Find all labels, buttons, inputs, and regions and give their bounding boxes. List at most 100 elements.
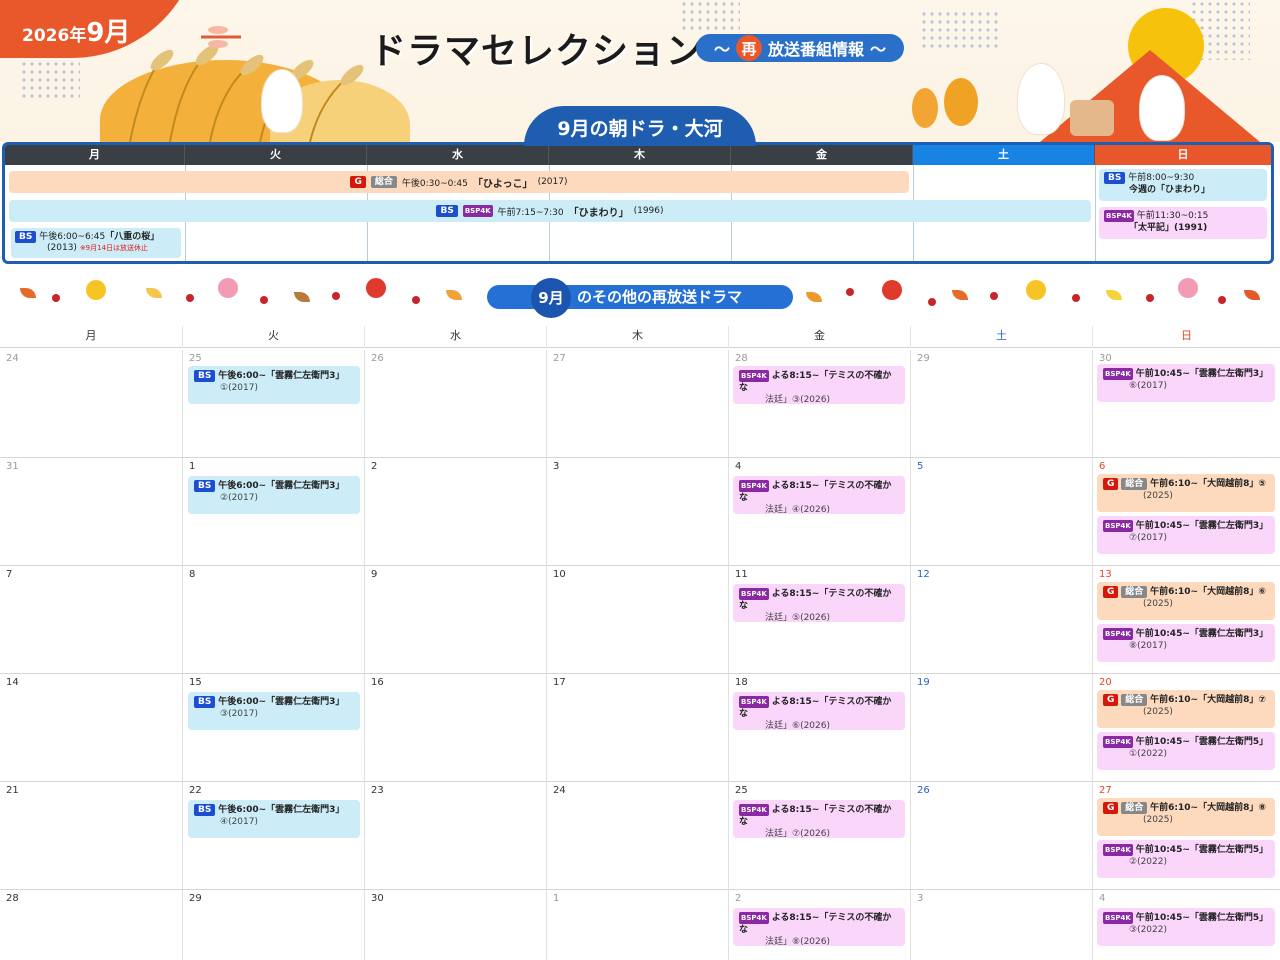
day-number: 26 xyxy=(917,785,930,796)
program-card[interactable]: BS 午後6:00~「雲霧仁左衛門3」 ③(2017) xyxy=(188,692,360,730)
program-bar-himawari[interactable]: BS BSP4K 午前7:15~7:30 「ひまわり」 (1996) xyxy=(9,200,1091,222)
day-number: 13 xyxy=(1099,569,1112,580)
program-line: BS 午後6:00~「雲霧仁左衛門3」 xyxy=(194,480,354,492)
program-card[interactable]: G 総合 午前6:10~「大岡越前8」⑧ (2025) xyxy=(1097,798,1275,836)
calendar-day: 29 xyxy=(911,350,1093,458)
schedule-body: G 総合 午後0:30~0:45 「ひよっこ」 (2017) BS BSP4K … xyxy=(5,165,1271,261)
program-line: BSP4K 午前10:45~「雲霧仁左衛門5」 xyxy=(1103,912,1269,924)
month-text: 9月 xyxy=(86,18,131,48)
program-card[interactable]: BS 午後6:00~「雲霧仁左衛門3」 ②(2017) xyxy=(188,476,360,514)
program-episode: (2025) xyxy=(1143,707,1173,717)
day-number: 26 xyxy=(371,353,384,364)
program-card[interactable]: BSP4K よる8:15~「テミスの不確かな 法廷」⑥(2026) xyxy=(733,692,905,731)
calendar-day: 27 xyxy=(547,350,729,458)
calendar-week: 28 29 30 1 2 BSP4K よる8:15~「テミスの不確かな 法廷」⑧… xyxy=(0,890,1280,960)
program-year: (2013) xyxy=(47,243,77,253)
cal-weekday-sat: 土 xyxy=(911,326,1093,348)
channel-badge-sogo: 総合 xyxy=(370,176,397,188)
channel-badge-bsp4k: BSP4K xyxy=(1103,628,1133,640)
day-number: 25 xyxy=(189,353,202,364)
sunflower-icon xyxy=(1026,280,1046,300)
weekday-tue: 火 xyxy=(185,145,367,165)
program-card-taiheiki[interactable]: BSP4K 午前11:30~0:15 「太平記」(1991) xyxy=(1099,207,1267,239)
calendar-grid: 2 4 25 BS 午後6:00~「雲霧仁左衛門3」 ①(2017) 26 27 … xyxy=(0,350,1280,960)
day-number: 23 xyxy=(371,785,384,796)
calendar-day: 8 xyxy=(183,566,365,674)
weekday-sun: 日 xyxy=(1095,145,1271,165)
day-number: 19 xyxy=(917,677,930,688)
channel-badge-bsp4k: BSP4K xyxy=(1103,736,1133,748)
program-line: BSP4K よる8:15~「テミスの不確かな xyxy=(739,804,899,828)
program-card-yaenosakura[interactable]: BS 午後6:00~6:45「八重の桜」 (2013) ※9月14日は放送休止 xyxy=(11,228,181,258)
program-card[interactable]: BSP4K 午前10:45~「雲霧仁左衛門5」 ②(2022) xyxy=(1097,840,1275,878)
calendar-day: 30 BSP4K 午前10:45~「雲霧仁左衛門3」 ⑥(2017) xyxy=(1093,350,1280,458)
program-card[interactable]: BSP4K よる8:15~「テミスの不確かな 法廷」⑤(2026) xyxy=(733,584,905,623)
maple-leaf-icon xyxy=(806,292,822,302)
program-card[interactable]: G 総合 午前6:10~「大岡越前8」⑦ (2025) xyxy=(1097,690,1275,728)
program-title: 今週の「ひまわり」 xyxy=(1129,185,1211,195)
calendar-day: 15 BS 午後6:00~「雲霧仁左衛門3」 ③(2017) xyxy=(183,674,365,782)
calendar-day: 27 G 総合 午前6:10~「大岡越前8」⑧ (2025) BSP4K 午前1… xyxy=(1093,782,1280,890)
weekday-header: 月 火 水 木 金 土 日 xyxy=(5,145,1271,165)
program-card[interactable]: BSP4K 午前10:45~「雲霧仁左衛門3」 ⑦(2017) xyxy=(1097,516,1275,554)
program-episode: 法廷」⑧(2026) xyxy=(765,937,830,947)
section-heading-asadora-taiga: 9月の朝ドラ・大河 xyxy=(524,106,756,146)
program-card[interactable]: BSP4K 午前10:45~「雲霧仁左衛門5」 ①(2022) xyxy=(1097,732,1275,770)
ginkgo-leaf-icon xyxy=(446,290,462,300)
ginkgo-leaf-icon xyxy=(146,288,162,298)
program-episode: ⑧(2017) xyxy=(1129,641,1167,651)
program-card[interactable]: BSP4K よる8:15~「テミスの不確かな 法廷」⑦(2026) xyxy=(733,800,905,839)
cosmos-flower-icon xyxy=(1178,278,1198,298)
program-card[interactable]: BSP4K よる8:15~「テミスの不確かな 法廷」⑧(2026) xyxy=(733,908,905,947)
program-line: (2013) ※9月14日は放送休止 xyxy=(15,243,177,254)
program-title: 午前6:10~「大岡越前8」⑧ xyxy=(1150,803,1266,813)
program-bar-hiyokko[interactable]: G 総合 午後0:30~0:45 「ひよっこ」 (2017) xyxy=(9,171,909,193)
program-card[interactable]: BS 午後6:00~「雲霧仁左衛門3」 ④(2017) xyxy=(188,800,360,838)
berry-icon xyxy=(186,294,194,302)
program-card[interactable]: BSP4K よる8:15~「テミスの不確かな 法廷」③(2026) xyxy=(733,366,905,405)
cal-weekday-wed: 水 xyxy=(365,326,547,348)
day-number: 1 xyxy=(553,893,560,904)
program-card[interactable]: BSP4K 午前10:45~「雲霧仁左衛門5」 ③(2022) xyxy=(1097,908,1275,946)
autumn-tree-icon xyxy=(944,78,978,126)
calendar-day: 25 BS 午後6:00~「雲霧仁左衛門3」 ①(2017) xyxy=(183,350,365,458)
day-number: 2 xyxy=(371,461,378,472)
cal-weekday-sun: 日 xyxy=(1181,329,1192,342)
channel-badge-bs: BS xyxy=(194,480,216,492)
program-card[interactable]: BSP4K 午前10:45~「雲霧仁左衛門3」 ⑧(2017) xyxy=(1097,624,1275,662)
channel-badge-g: G xyxy=(350,176,366,188)
day-number: 3 xyxy=(917,893,924,904)
program-line: BSP4K 午前10:45~「雲霧仁左衛門3」 xyxy=(1103,368,1269,380)
program-card[interactable]: BSP4K よる8:15~「テミスの不確かな 法廷」④(2026) xyxy=(733,476,905,515)
program-card[interactable]: G 総合 午前6:10~「大岡越前8」⑤ (2025) xyxy=(1097,474,1275,512)
calendar-day: 12 xyxy=(911,566,1093,674)
program-time: 午後0:30~0:45 xyxy=(401,178,468,189)
program-time: 午前7:15~7:30 xyxy=(497,207,564,218)
program-line: BSP4K 午前10:45~「雲霧仁左衛門3」 xyxy=(1103,520,1269,532)
program-card[interactable]: BSP4K 午前10:45~「雲霧仁左衛門3」 ⑥(2017) xyxy=(1097,364,1275,402)
channel-badge-bsp4k: BSP4K xyxy=(462,205,493,217)
cosmos-flower-icon xyxy=(218,278,238,298)
suspension-note: ※9月14日は放送休止 xyxy=(79,244,149,252)
tilde-left: 〜 xyxy=(714,40,731,59)
berry-icon xyxy=(1072,294,1080,302)
program-title: 午後6:00~「雲霧仁左衛門3」 xyxy=(218,697,345,707)
program-card[interactable]: BS 午後6:00~「雲霧仁左衛門3」 ①(2017) xyxy=(188,366,360,404)
program-line: G 総合 午前6:10~「大岡越前8」⑦ xyxy=(1103,694,1269,706)
channel-badge-g: G xyxy=(1103,694,1119,706)
program-line: BSP4K よる8:15~「テミスの不確かな xyxy=(739,696,899,720)
calendar-day: 5 xyxy=(911,458,1093,566)
calendar-week: 31 1 BS 午後6:00~「雲霧仁左衛門3」 ②(2017) 2 3 4 B… xyxy=(0,458,1280,566)
calendar-day: 23 xyxy=(365,782,547,890)
day-number: 6 xyxy=(1099,461,1106,472)
program-card-sunday-himawari[interactable]: BS 午前8:00~9:30 今週の「ひまわり」 xyxy=(1099,169,1267,201)
channel-badge-bsp4k: BSP4K xyxy=(1103,368,1133,380)
day-number: 4 xyxy=(735,461,742,472)
day-number: 28 xyxy=(6,893,19,904)
program-line: BSP4K 午前10:45~「雲霧仁左衛門3」 xyxy=(1103,628,1269,640)
day-number: 5 xyxy=(917,461,924,472)
berry-icon xyxy=(846,288,854,296)
channel-badge-g: G xyxy=(1103,586,1119,598)
program-card[interactable]: G 総合 午前6:10~「大岡越前8」⑥ (2025) xyxy=(1097,582,1275,620)
channel-badge-bsp4k: BSP4K xyxy=(739,588,769,600)
